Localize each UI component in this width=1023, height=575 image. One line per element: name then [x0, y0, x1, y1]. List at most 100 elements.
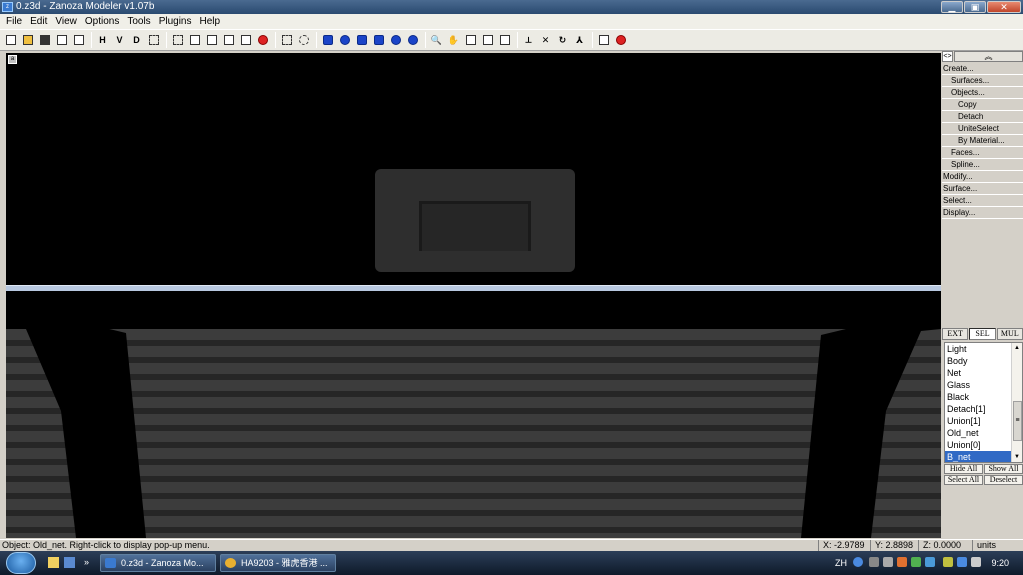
panel-collapse-button[interactable]: ︽ [954, 51, 1023, 62]
geosphere-icon[interactable] [405, 33, 420, 48]
task-browser[interactable]: HA9203 - 雅虎香港 ... [220, 554, 336, 572]
align-icon[interactable]: ⅄ [572, 33, 587, 48]
select-all-button[interactable]: Select All [944, 475, 983, 485]
render-sphere-icon[interactable] [255, 33, 270, 48]
list-item[interactable]: Union[1] [945, 415, 1012, 427]
tray-app-icon[interactable] [897, 557, 907, 567]
box-rotate-icon[interactable] [238, 33, 253, 48]
cube-icon[interactable] [320, 33, 335, 48]
list-item[interactable]: Light [945, 343, 1012, 355]
help-icon[interactable] [853, 557, 863, 567]
box-shaded-icon[interactable] [221, 33, 236, 48]
scale-icon[interactable]: ✕ [538, 33, 553, 48]
list-item[interactable]: Glass [945, 379, 1012, 391]
move-icon[interactable] [170, 33, 185, 48]
mirror-icon[interactable]: ⟂ [521, 33, 536, 48]
zoom-region-icon[interactable] [480, 33, 495, 48]
axes-icon[interactable] [146, 33, 161, 48]
tab-sel[interactable]: SEL [969, 328, 996, 340]
sphere-icon[interactable] [337, 33, 352, 48]
close-icon[interactable]: ✕ [987, 1, 1021, 13]
view-v-button[interactable]: V [112, 33, 127, 48]
menu-help[interactable]: Help [196, 14, 225, 29]
box-wire-icon[interactable] [204, 33, 219, 48]
list-item[interactable]: Body [945, 355, 1012, 367]
minimize-icon[interactable]: ▁ [941, 1, 963, 13]
tree-surfaces[interactable]: Surfaces... [942, 75, 1023, 87]
viewport-front[interactable]: a [6, 53, 941, 285]
volume-icon[interactable] [971, 557, 981, 567]
ime-icon[interactable] [869, 557, 879, 567]
task-zanoza[interactable]: 0.z3d - Zanoza Mo... [100, 554, 216, 572]
list-item[interactable]: Detach[1] [945, 403, 1012, 415]
chevron-left-icon[interactable] [883, 557, 893, 567]
tree-create[interactable]: Create... [942, 63, 1023, 75]
export-icon[interactable] [71, 33, 86, 48]
tree-display[interactable]: Display... [942, 207, 1023, 219]
language-indicator[interactable]: ZH [835, 551, 847, 575]
tree-faces[interactable]: Faces... [942, 147, 1023, 159]
tree-select[interactable]: Select... [942, 195, 1023, 207]
material-icon[interactable] [596, 33, 611, 48]
scroll-down-icon[interactable]: ▼ [1012, 452, 1022, 462]
list-scrollbar[interactable]: ▲ ≡ ▼ [1011, 343, 1022, 462]
menu-view[interactable]: View [51, 14, 81, 29]
select-circle-icon[interactable] [296, 33, 311, 48]
tab-ext[interactable]: EXT [942, 328, 969, 340]
torus-icon[interactable] [388, 33, 403, 48]
zanoza-logo-icon[interactable] [613, 33, 628, 48]
zoom-icon[interactable]: 🔍 [429, 33, 444, 48]
view-h-button[interactable]: H [95, 33, 110, 48]
box-icon[interactable] [187, 33, 202, 48]
cylinder-icon[interactable] [354, 33, 369, 48]
checkmark-icon[interactable] [911, 557, 921, 567]
explorer-quicklaunch-icon[interactable] [48, 557, 59, 568]
rotate-icon[interactable]: ↻ [555, 33, 570, 48]
panel-pin-button[interactable]: <> [942, 51, 953, 62]
tree-by-material[interactable]: By Material... [942, 135, 1023, 147]
viewport-top-view[interactable] [6, 291, 941, 538]
scroll-thumb[interactable]: ≡ [1013, 401, 1022, 441]
monitor-icon[interactable] [925, 557, 935, 567]
object-list[interactable]: Light Body Net Glass Black Detach[1] Uni… [944, 342, 1023, 463]
menu-plugins[interactable]: Plugins [155, 14, 196, 29]
tab-mul[interactable]: MUL [996, 328, 1023, 340]
menu-tools[interactable]: Tools [123, 14, 154, 29]
quicklaunch-more-icon[interactable]: » [84, 557, 95, 568]
model-object-body[interactable] [375, 169, 575, 272]
viewport-menu-button[interactable]: a [8, 55, 17, 64]
open-folder-icon[interactable] [20, 33, 35, 48]
tree-surface[interactable]: Surface... [942, 183, 1023, 195]
maximize-icon[interactable]: ▣ [964, 1, 986, 13]
save-icon[interactable] [37, 33, 52, 48]
import-icon[interactable] [54, 33, 69, 48]
menu-options[interactable]: Options [81, 14, 123, 29]
list-item-selected[interactable]: B_net [945, 451, 1012, 462]
list-item[interactable]: Union[0] [945, 439, 1012, 451]
tree-modify[interactable]: Modify... [942, 171, 1023, 183]
pan-hand-icon[interactable]: ✋ [446, 33, 461, 48]
network-icon[interactable] [957, 557, 967, 567]
new-file-icon[interactable] [3, 33, 18, 48]
tree-spline[interactable]: Spline... [942, 159, 1023, 171]
show-all-button[interactable]: Show All [984, 464, 1023, 474]
menu-edit[interactable]: Edit [26, 14, 51, 29]
tree-objects[interactable]: Objects... [942, 87, 1023, 99]
list-item[interactable]: Old_net [945, 427, 1012, 439]
select-rect-icon[interactable] [279, 33, 294, 48]
hide-all-button[interactable]: Hide All [944, 464, 983, 474]
menu-file[interactable]: File [2, 14, 26, 29]
clock[interactable]: 9:20 [991, 551, 1009, 575]
list-item[interactable]: Net [945, 367, 1012, 379]
tree-copy[interactable]: Copy [942, 99, 1023, 111]
flag-icon[interactable] [943, 557, 953, 567]
desktop-quicklaunch-icon[interactable] [64, 557, 75, 568]
list-item[interactable]: Black [945, 391, 1012, 403]
start-button-icon[interactable] [6, 552, 36, 574]
zoom-all-icon[interactable] [497, 33, 512, 48]
cone-icon[interactable] [371, 33, 386, 48]
scroll-up-icon[interactable]: ▲ [1012, 343, 1022, 353]
tree-uniteselect[interactable]: UniteSelect [942, 123, 1023, 135]
tree-detach[interactable]: Detach [942, 111, 1023, 123]
view-d-button[interactable]: D [129, 33, 144, 48]
